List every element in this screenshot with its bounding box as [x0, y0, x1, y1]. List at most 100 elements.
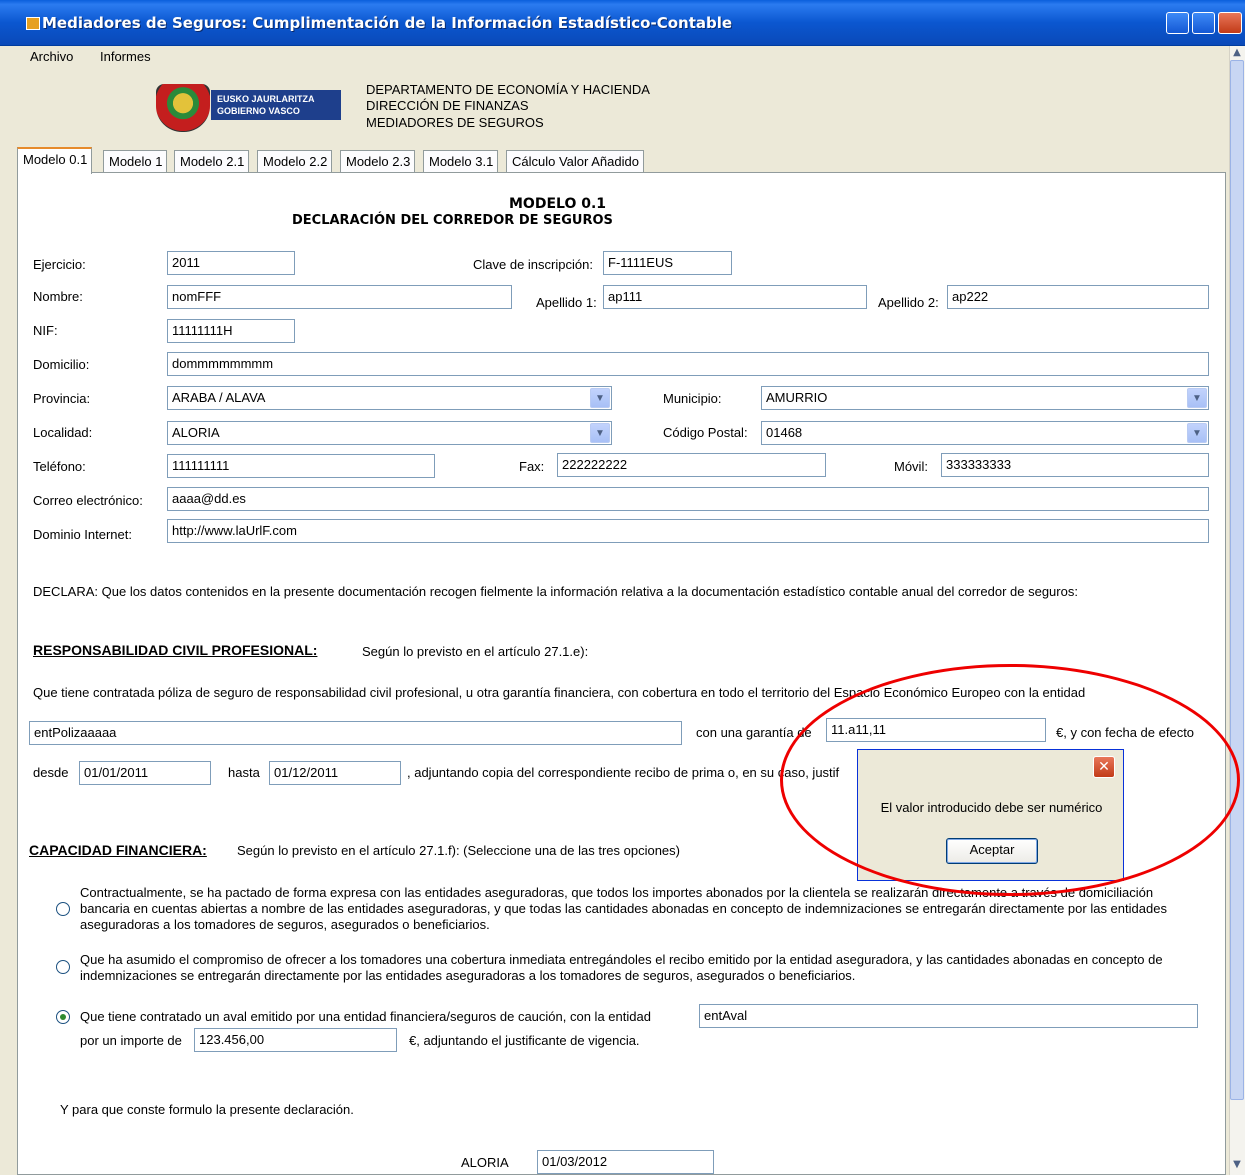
localidad-value: ALORIA [172, 425, 220, 440]
scroll-up-icon[interactable]: ▲ [1230, 46, 1244, 60]
provincia-label: Provincia: [33, 391, 91, 406]
dept-line-3: MEDIADORES DE SEGUROS [366, 115, 544, 130]
scrollbar-thumb[interactable] [1230, 60, 1244, 1100]
chevron-down-icon[interactable]: ▼ [1187, 388, 1207, 408]
tab-modelo-0-1[interactable]: Modelo 0.1 [17, 147, 93, 174]
cf-option1-radio[interactable] [56, 902, 70, 916]
cf-option2-radio[interactable] [56, 960, 70, 974]
nif-label: NIF: [33, 323, 58, 338]
localidad-select[interactable]: ALORIA ▼ [167, 421, 612, 445]
ejercicio-label: Ejercicio: [33, 257, 86, 272]
dominio-label: Dominio Internet: [33, 527, 132, 542]
rc-description: Que tiene contratada póliza de seguro de… [33, 685, 1086, 700]
nif-field[interactable]: 11111111H [167, 319, 295, 343]
fax-field[interactable]: 222222222 [557, 453, 826, 477]
hasta-field[interactable]: 01/12/2011 [269, 761, 401, 785]
scroll-down-icon[interactable]: ▼ [1230, 1158, 1244, 1172]
garantia-field[interactable]: 11.a11,11 [826, 718, 1046, 742]
logo-line-1: EUSKO JAURLARITZA [217, 94, 315, 104]
coat-of-arms-icon [156, 84, 210, 132]
provincia-select[interactable]: ARABA / ALAVA ▼ [167, 386, 612, 410]
cf-option1-text: Contractualmente, se ha pactado de forma… [80, 885, 1167, 932]
tab-modelo-1[interactable]: Modelo 1 [103, 150, 168, 172]
provincia-value: ARABA / ALAVA [172, 390, 266, 405]
dialog-message: El valor introducido debe ser numérico [880, 800, 1103, 815]
importe-field[interactable]: 123.456,00 [194, 1028, 397, 1052]
domicilio-field[interactable]: dommmmmmmm [167, 352, 1209, 376]
tab-calculo-valor-anadido[interactable]: Cálculo Valor Añadido [506, 150, 644, 172]
tab-modelo-2-1[interactable]: Modelo 2.1 [174, 150, 250, 172]
window-title: Mediadores de Seguros: Cumplimentación d… [42, 14, 733, 32]
tab-modelo-2-2[interactable]: Modelo 2.2 [257, 150, 333, 172]
apellido1-label: Apellido 1: [536, 295, 597, 310]
cf-section-subtitle: Según lo previsto en el artículo 27.1.f)… [237, 843, 680, 858]
clave-field[interactable]: F-1111EUS [603, 251, 732, 275]
rc-entidad-field[interactable]: entPolizaaaaa [29, 721, 682, 745]
menu-bar: Archivo Informes [0, 46, 1230, 70]
cf-section-title: CAPACIDAD FINANCIERA: [29, 842, 207, 858]
correo-label: Correo electrónico: [33, 493, 143, 508]
localidad-label: Localidad: [33, 425, 93, 440]
hasta-label: hasta [228, 765, 260, 780]
cf-option3-radio[interactable] [56, 1010, 70, 1024]
importe-label: por un importe de [80, 1033, 182, 1048]
tab-modelo-3-1[interactable]: Modelo 3.1 [423, 150, 499, 172]
efecto-label: €, y con fecha de efecto [1056, 725, 1195, 740]
close-icon[interactable]: ✕ [1093, 756, 1115, 778]
apellido1-field[interactable]: ap111 [603, 285, 867, 309]
vigencia-text: €, adjuntando el justificante de vigenci… [409, 1033, 640, 1048]
rc-section-title: RESPONSABILIDAD CIVIL PROFESIONAL: [33, 642, 318, 658]
ejercicio-field[interactable]: 2011 [167, 251, 295, 275]
gobierno-vasco-logo: EUSKO JAURLARITZA GOBIERNO VASCO [156, 84, 341, 132]
dominio-field[interactable]: http://www.laUrlF.com [167, 519, 1209, 543]
aceptar-button[interactable]: Aceptar [946, 838, 1038, 864]
desde-field[interactable]: 01/01/2011 [79, 761, 211, 785]
correo-field[interactable]: aaaa@dd.es [167, 487, 1209, 511]
form-heading: MODELO 0.1 [509, 196, 607, 212]
cf-option3-text: Que tiene contratado un aval emitido por… [80, 1009, 651, 1024]
fax-label: Fax: [519, 459, 545, 474]
app-icon [26, 17, 40, 30]
chevron-down-icon[interactable]: ▼ [590, 423, 610, 443]
error-dialog: ✕ El valor introducido debe ser numérico… [857, 749, 1124, 881]
cp-label: Código Postal: [663, 425, 748, 440]
aval-entidad-field[interactable]: entAval [699, 1004, 1198, 1028]
menu-archivo[interactable]: Archivo [24, 49, 79, 64]
minimize-button[interactable] [1166, 12, 1189, 34]
apellido2-label: Apellido 2: [878, 295, 939, 310]
telefono-label: Teléfono: [33, 459, 86, 474]
garantia-label: con una garantía de [696, 725, 812, 740]
cp-value: 01468 [766, 425, 803, 440]
nombre-label: Nombre: [33, 289, 83, 304]
logo-line-2: GOBIERNO VASCO [217, 106, 300, 116]
clave-label: Clave de inscripción: [473, 257, 593, 272]
municipio-value: AMURRIO [766, 390, 828, 405]
lugar-text: ALORIA [461, 1155, 509, 1170]
close-window-button[interactable] [1218, 12, 1242, 34]
municipio-label: Municipio: [663, 391, 722, 406]
chevron-down-icon[interactable]: ▼ [1187, 423, 1207, 443]
form-subheading: DECLARACIÓN DEL CORREDOR DE SEGUROS [292, 213, 613, 228]
logo-banner: EUSKO JAURLARITZA GOBIERNO VASCO [211, 90, 341, 120]
movil-label: Móvil: [894, 459, 928, 474]
declara-text: DECLARA: Que los datos contenidos en la … [33, 584, 1078, 599]
cp-select[interactable]: 01468 ▼ [761, 421, 1209, 445]
apellido2-field[interactable]: ap222 [947, 285, 1209, 309]
adjuntando-text: , adjuntando copia del correspondiente r… [407, 765, 840, 780]
cf-option2-text: Que ha asumido el compromiso de ofrecer … [80, 952, 1163, 983]
movil-field[interactable]: 333333333 [941, 453, 1209, 477]
maximize-button[interactable] [1192, 12, 1215, 34]
fecha-field[interactable]: 01/03/2012 [537, 1150, 714, 1174]
chevron-down-icon[interactable]: ▼ [590, 388, 610, 408]
tab-modelo-2-3[interactable]: Modelo 2.3 [340, 150, 416, 172]
telefono-field[interactable]: 111111111 [167, 454, 435, 478]
menu-informes[interactable]: Informes [94, 49, 157, 64]
rc-section-subtitle: Según lo previsto en el artículo 27.1.e)… [362, 644, 589, 659]
desde-label: desde [33, 765, 69, 780]
dept-line-2: DIRECCIÓN DE FINANZAS [366, 98, 529, 113]
domicilio-label: Domicilio: [33, 357, 90, 372]
nombre-field[interactable]: nomFFF [167, 285, 512, 309]
dept-line-1: DEPARTAMENTO DE ECONOMÍA Y HACIENDA [366, 82, 650, 97]
conste-text: Y para que conste formulo la presente de… [60, 1102, 354, 1117]
municipio-select[interactable]: AMURRIO ▼ [761, 386, 1209, 410]
